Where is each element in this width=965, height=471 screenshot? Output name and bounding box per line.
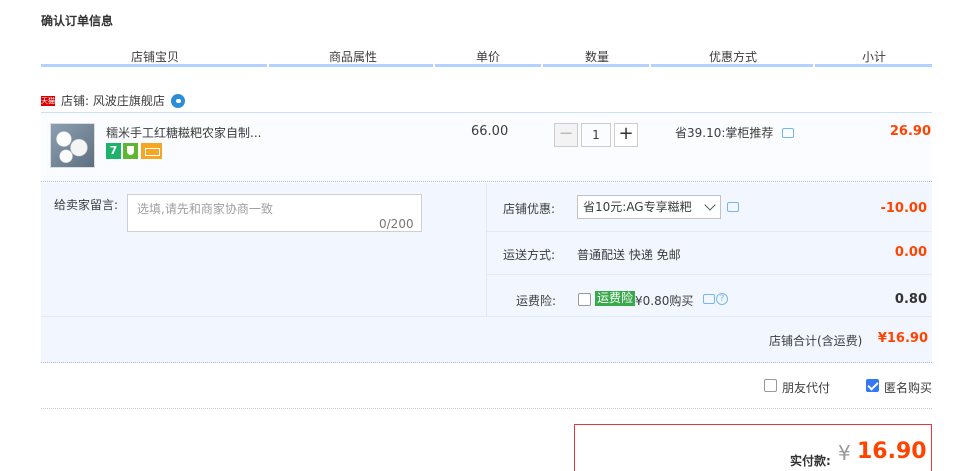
shop-name-link[interactable]: 店铺: 风波庄旗舰店 bbox=[61, 92, 165, 109]
unit-price: 66.00 bbox=[471, 124, 509, 139]
shop-discount-info-icon[interactable] bbox=[727, 202, 739, 212]
panel-separator bbox=[41, 316, 932, 317]
shipping-method: 普通配送 快递 免邮 bbox=[577, 248, 681, 262]
chevron-down-icon bbox=[704, 199, 716, 211]
insurance-checkbox[interactable] bbox=[578, 293, 591, 306]
friend-pay-checkbox[interactable] bbox=[764, 379, 777, 392]
item-row bbox=[41, 112, 932, 182]
shop-discount-select[interactable]: 省10元:AG专享糍粑 bbox=[577, 195, 721, 219]
panel-divider bbox=[486, 183, 487, 316]
anonymous-purchase-label[interactable]: 匿名购买 bbox=[884, 379, 932, 396]
item-discount: 省39.10:掌柜推荐 bbox=[675, 124, 795, 141]
insurance-tag: 运费险 bbox=[595, 291, 636, 306]
column-header-discount: 优惠方式 bbox=[709, 50, 758, 64]
shop-row: 天猫 店铺: 风波庄旗舰店 bbox=[41, 92, 185, 109]
column-header-attributes: 商品属性 bbox=[329, 50, 378, 64]
header-underline bbox=[815, 64, 932, 67]
friend-pay-label[interactable]: 朋友代付 bbox=[782, 379, 830, 396]
item-discount-label: 省39.10:掌柜推荐 bbox=[675, 126, 774, 140]
column-header-price: 单价 bbox=[476, 50, 501, 64]
column-header-item: 店铺宝贝 bbox=[131, 50, 180, 64]
item-subtotal: 26.90 bbox=[889, 124, 931, 139]
payment-label: 实付款: bbox=[790, 454, 831, 468]
shop-discount-amount: -10.00 bbox=[880, 201, 927, 216]
shipping-label: 运送方式: bbox=[503, 248, 556, 262]
column-header-quantity: 数量 bbox=[585, 50, 610, 64]
column-header-subtotal: 小计 bbox=[862, 50, 887, 64]
quantity-stepper: − 1 + bbox=[554, 123, 638, 147]
decrease-quantity-button[interactable]: − bbox=[554, 123, 578, 147]
insurance-label: 运费险: bbox=[516, 294, 557, 308]
product-title-link[interactable]: 糯米手工红糖糍粑农家自制... bbox=[106, 124, 261, 141]
insurance-amount: 0.80 bbox=[894, 292, 927, 307]
shipping-amount: 0.00 bbox=[894, 245, 927, 260]
discount-info-icon[interactable] bbox=[782, 128, 795, 138]
wangwang-chat-icon[interactable] bbox=[170, 93, 185, 108]
header-underline bbox=[435, 64, 541, 67]
header-underline bbox=[543, 64, 649, 67]
quantity-input[interactable]: 1 bbox=[581, 123, 611, 147]
insurance-price: ¥0.80购买 bbox=[635, 294, 694, 308]
header-underline bbox=[41, 64, 267, 67]
section-divider bbox=[41, 408, 932, 409]
page-title: 确认订单信息 bbox=[41, 14, 114, 28]
seven-day-return-icon[interactable]: 7 bbox=[106, 143, 121, 159]
help-icon[interactable]: ? bbox=[716, 293, 728, 305]
payment-amount: 16.90 bbox=[857, 439, 927, 464]
shop-discount-label: 店铺优惠: bbox=[503, 202, 556, 216]
header-underline bbox=[651, 64, 813, 67]
anonymous-purchase-checkbox[interactable] bbox=[866, 379, 879, 392]
header-underline bbox=[269, 64, 433, 67]
tmall-icon: 天猫 bbox=[41, 95, 55, 106]
message-label: 给卖家留言: bbox=[54, 198, 119, 212]
message-char-count: 0/200 bbox=[379, 217, 414, 231]
shop-discount-selected: 省10元:AG专享糍粑 bbox=[583, 200, 692, 214]
insurance-info-icon[interactable] bbox=[703, 294, 715, 304]
message-placeholder: 选填,请先和商家协商一致 bbox=[137, 202, 273, 216]
shop-total-label: 店铺合计(含运费) bbox=[769, 334, 863, 348]
increase-quantity-button[interactable]: + bbox=[614, 123, 638, 147]
panel-separator bbox=[487, 231, 932, 232]
guarantee-shield-icon[interactable] bbox=[123, 143, 138, 159]
panel-separator bbox=[487, 274, 932, 275]
product-thumbnail[interactable] bbox=[50, 123, 95, 168]
shop-total-amount: ¥16.90 bbox=[877, 331, 928, 346]
credit-card-icon[interactable] bbox=[141, 143, 162, 159]
currency-symbol: ¥ bbox=[838, 441, 851, 465]
